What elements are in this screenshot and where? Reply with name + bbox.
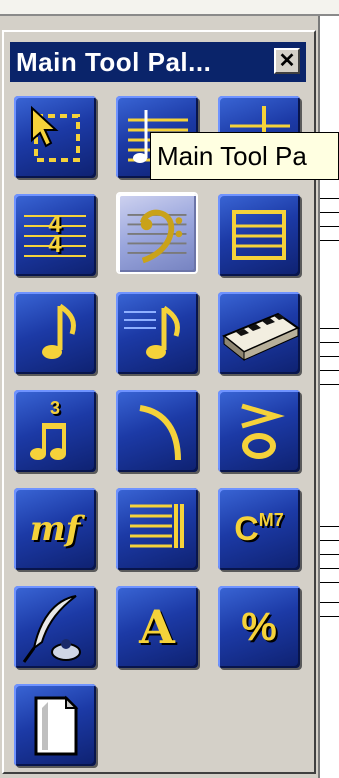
time-signature-bottom: 4 (48, 231, 62, 258)
tooltip: Main Tool Pa (150, 132, 339, 180)
staff-line (320, 342, 339, 343)
measure-tool-button[interactable] (218, 194, 300, 276)
expression-tool-button[interactable]: mf (14, 488, 96, 570)
simple-entry-tool-button[interactable] (14, 292, 96, 374)
close-icon: ✕ (278, 50, 296, 72)
keyboard-hyperscribe-icon (222, 312, 300, 362)
lyrics-tool-button[interactable] (14, 586, 96, 668)
staff-line (320, 212, 339, 213)
simple-entry-note-icon (42, 303, 76, 359)
articulation-tool-icon (241, 403, 285, 459)
repeat-tool-button[interactable] (116, 488, 198, 570)
repeat-tool-icon (130, 504, 184, 548)
resize-tool-icon: % (241, 604, 277, 649)
time-signature-tool-button[interactable]: 4 4 (14, 194, 96, 276)
page-layout-tool-button[interactable] (14, 684, 96, 766)
close-button[interactable]: ✕ (274, 48, 300, 74)
lyrics-tool-icon (22, 595, 81, 663)
staff-line (320, 240, 339, 241)
speedy-entry-tool-button[interactable] (116, 292, 198, 374)
staff-line (320, 226, 339, 227)
score-document-area[interactable] (318, 16, 339, 778)
page-layout-tool-icon (34, 695, 79, 756)
staff-line (320, 540, 339, 541)
staff-line (320, 356, 339, 357)
staff-line (320, 370, 339, 371)
clef-tool-icon (127, 209, 187, 264)
staff-line (320, 198, 339, 199)
selection-tool-button[interactable] (14, 96, 96, 178)
text-tool-icon: A (139, 600, 175, 654)
chord-glyph-root: C (234, 509, 259, 548)
articulation-tool-button[interactable] (218, 390, 300, 472)
time-signature-glyph: 4 4 (14, 194, 96, 276)
palette-title: Main Tool Pal... (16, 47, 212, 77)
resize-tool-button[interactable]: % (218, 586, 300, 668)
staff-line (320, 582, 339, 583)
speedy-entry-icon (124, 305, 180, 359)
chord-glyph-quality: M7 (258, 510, 284, 530)
staff-line (320, 384, 339, 385)
staff-line (320, 328, 339, 329)
tuplet-glyph: 3 (49, 398, 60, 418)
staff-line (320, 602, 339, 603)
staff-line (320, 616, 339, 617)
smart-shape-slur-icon (139, 405, 181, 461)
staff-line (320, 554, 339, 555)
top-menu-strip (0, 0, 339, 16)
palette-title-bar[interactable]: Main Tool Pal... ✕ (10, 42, 306, 82)
hyperscribe-tool-button[interactable] (218, 292, 300, 374)
chord-tool-icon: C M7 (218, 488, 300, 570)
selection-tool-icon (31, 105, 80, 162)
text-tool-button[interactable]: A (116, 586, 198, 668)
clef-tool-button[interactable] (116, 192, 198, 274)
expression-tool-icon: mf (29, 509, 81, 549)
chord-tool-button[interactable]: C M7 (218, 488, 300, 570)
staff-line (320, 526, 339, 527)
smart-shape-tool-button[interactable] (116, 390, 198, 472)
tuplet-tool-button[interactable]: 3 (14, 390, 96, 472)
measure-tool-icon (232, 210, 286, 260)
staff-line (320, 568, 339, 569)
